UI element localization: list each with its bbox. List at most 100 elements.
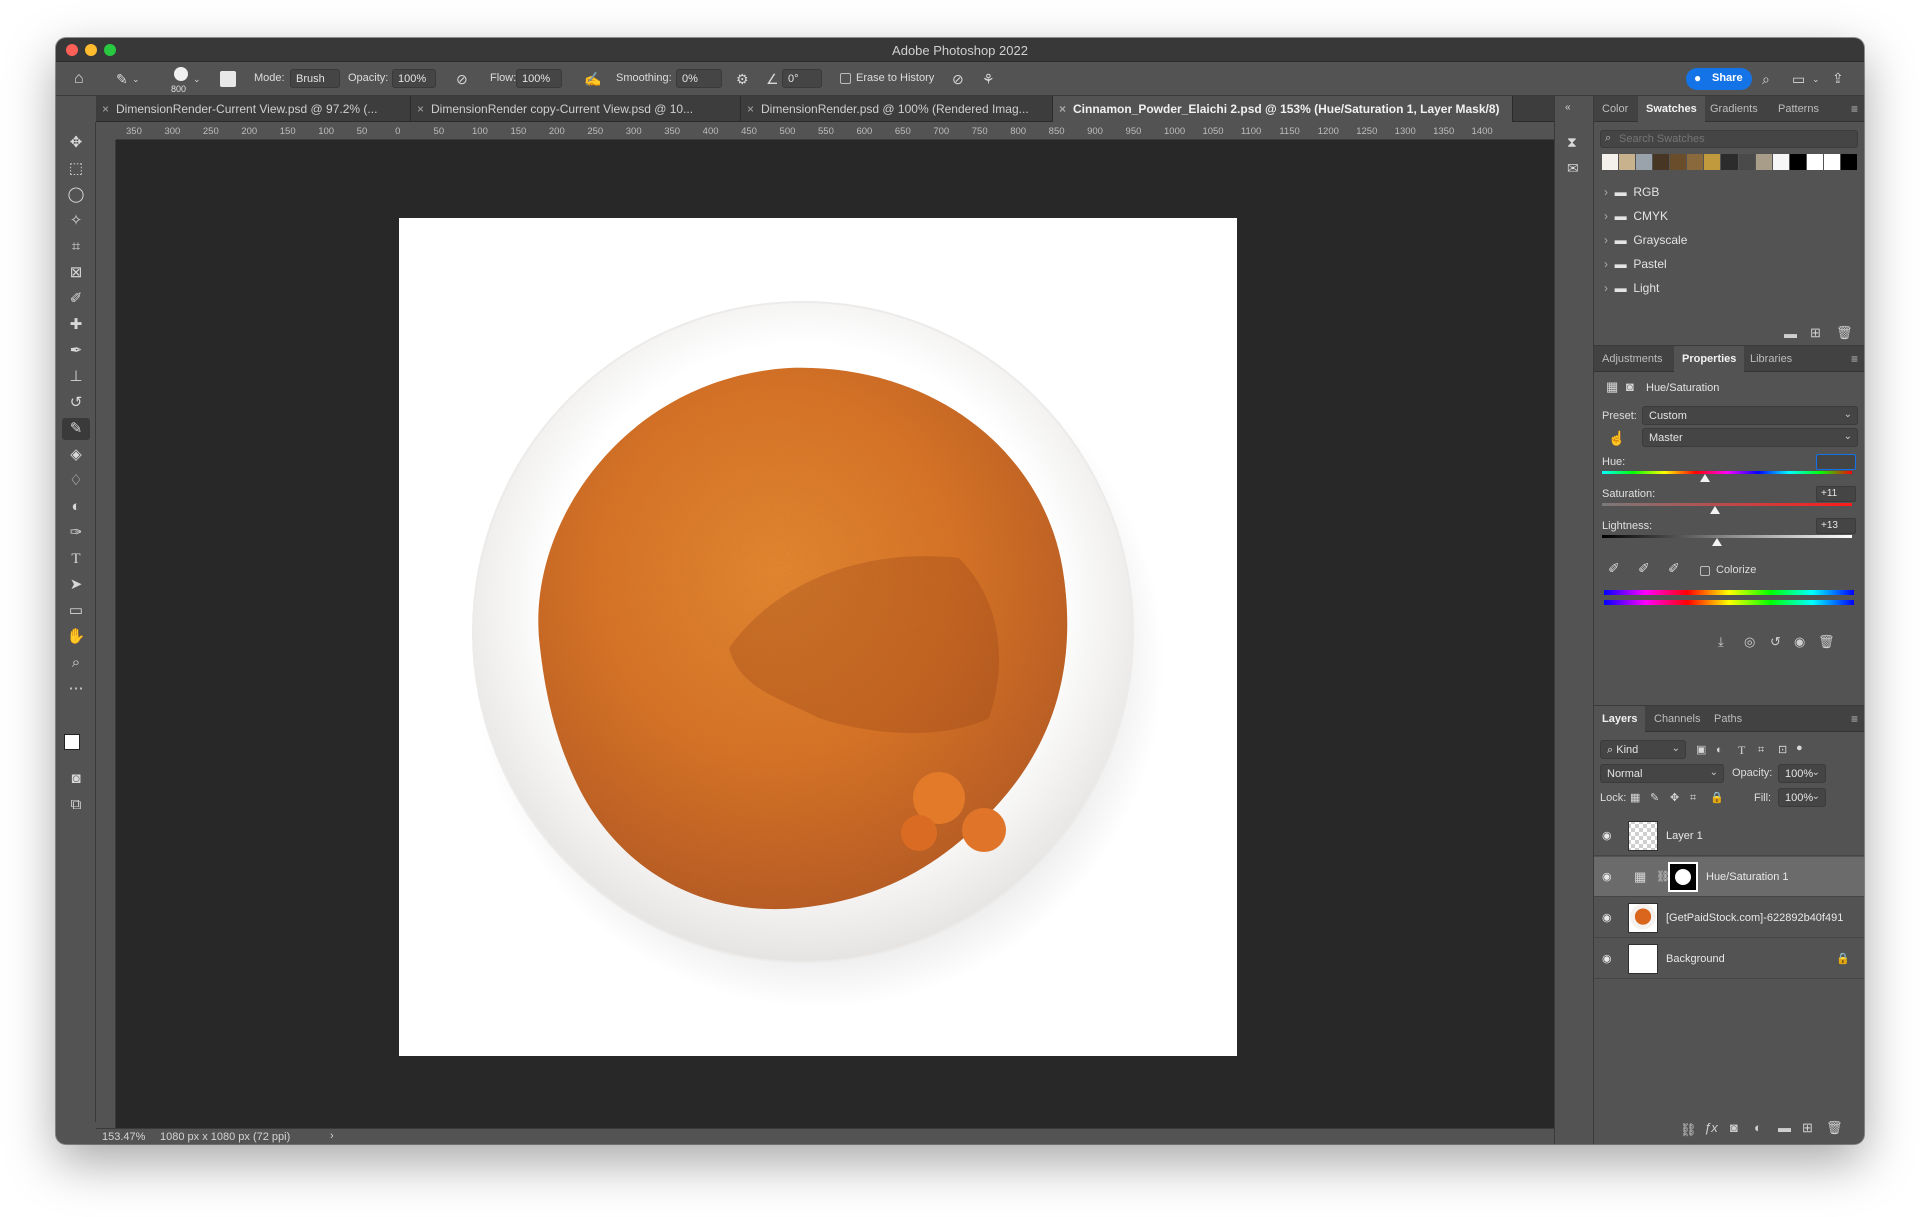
lightness-slider-thumb[interactable] <box>1712 538 1722 546</box>
collapse-icon[interactable]: « <box>1565 100 1571 116</box>
saturation-field[interactable]: +11 <box>1816 486 1856 502</box>
chevron-down-icon[interactable]: ⌄ <box>193 71 201 87</box>
zoom-tool-icon[interactable]: ⌕ <box>62 652 90 674</box>
lasso-tool-icon[interactable]: ◯ <box>62 184 90 206</box>
swatch[interactable] <box>1602 154 1619 170</box>
layer-effects-icon[interactable]: ƒx <box>1704 1120 1718 1135</box>
visibility-icon[interactable]: ◉ <box>1794 634 1805 650</box>
swatch[interactable] <box>1772 154 1789 170</box>
clip-to-layer-icon[interactable]: ⤓ <box>1718 634 1724 650</box>
filter-shape-icon[interactable]: ⌗ <box>1758 742 1764 758</box>
pressure-size-icon[interactable]: ⊘ <box>952 71 964 87</box>
swatch[interactable] <box>1619 154 1636 170</box>
swatch[interactable] <box>1789 154 1806 170</box>
type-tool-icon[interactable]: T <box>62 548 90 570</box>
swatch[interactable] <box>1840 154 1857 170</box>
dodge-tool-icon[interactable]: ◐ <box>62 496 90 518</box>
panel-menu-icon[interactable]: ≡ <box>1851 102 1858 116</box>
trash-icon[interactable]: 🗑 <box>1836 325 1853 341</box>
lock-artboard-icon[interactable]: ⌗ <box>1690 790 1696 806</box>
layer-row-background[interactable]: ◉ Background 🔒 <box>1594 939 1864 979</box>
hue-slider-thumb[interactable] <box>1700 474 1710 482</box>
lock-all-icon[interactable]: 🔒 <box>1710 790 1724 806</box>
swatch-folder-cmyk[interactable]: › ▬ CMYK <box>1594 204 1864 228</box>
hue-slider-track[interactable] <box>1602 471 1852 474</box>
symmetry-icon[interactable]: ⚘ <box>982 71 995 87</box>
view-previous-icon[interactable]: ◎ <box>1744 634 1755 650</box>
lightness-slider-track[interactable] <box>1602 535 1852 538</box>
workspace-icon[interactable]: ▭ <box>1792 71 1805 87</box>
brush-settings-icon[interactable] <box>220 71 236 87</box>
home-icon[interactable]: ⌂ <box>74 71 84 87</box>
marquee-tool-icon[interactable]: ⬚ <box>62 158 90 180</box>
eye-icon[interactable]: ◉ <box>1602 952 1612 965</box>
paint-bucket-tool-icon[interactable]: ◈ <box>62 444 90 466</box>
quick-selection-tool-icon[interactable]: ✧ <box>62 210 90 232</box>
tab-patterns[interactable]: Patterns <box>1770 96 1827 122</box>
new-layer-icon[interactable]: ⊞ <box>1802 1120 1813 1136</box>
eyedropper-tool-icon[interactable]: ✐ <box>62 288 90 310</box>
screen-mode-icon[interactable]: ⧉ <box>62 794 90 816</box>
targeted-adjustment-hand-icon[interactable]: ☝ <box>1608 430 1625 446</box>
filter-smart-object-icon[interactable]: ⊡ <box>1778 742 1787 758</box>
eye-icon[interactable]: ◉ <box>1602 870 1612 883</box>
more-tools-icon[interactable]: ⋯ <box>62 678 90 700</box>
tab-paths[interactable]: Paths <box>1706 706 1750 732</box>
chevron-down-icon[interactable]: ⌄ <box>1812 71 1820 87</box>
trash-icon[interactable]: 🗑 <box>1818 634 1835 650</box>
blend-mode-select[interactable]: Normal ⌄ <box>1600 764 1724 783</box>
link-layers-icon[interactable]: ⛓ <box>1680 1122 1697 1138</box>
tab-channels[interactable]: Channels <box>1646 706 1708 732</box>
swatch[interactable] <box>1823 154 1840 170</box>
move-tool-icon[interactable]: ✥ <box>62 132 90 154</box>
smoothing-field[interactable]: 0% <box>676 69 722 88</box>
swatch[interactable] <box>1653 154 1670 170</box>
eye-icon[interactable]: ◉ <box>1602 829 1612 842</box>
zoom-level[interactable]: 153.47% <box>102 1131 145 1143</box>
fill-field[interactable]: 100% ⌄ <box>1778 788 1826 807</box>
tab-color[interactable]: Color <box>1594 96 1636 122</box>
swatch[interactable] <box>1704 154 1721 170</box>
eye-icon[interactable]: ◉ <box>1602 911 1612 924</box>
close-tab-icon[interactable]: × <box>1059 102 1066 116</box>
eyedropper-icon[interactable]: ✐ <box>1608 560 1620 576</box>
share-button[interactable]: ● Share <box>1686 68 1752 90</box>
layer-row-hue-saturation-1[interactable]: ◉ ▦ ⛓ Hue/Saturation 1 <box>1594 857 1864 897</box>
filter-adjustment-icon[interactable]: ◐ <box>1716 742 1723 758</box>
swatches-search[interactable]: ⌕ <box>1600 130 1858 148</box>
tab-libraries[interactable]: Libraries <box>1742 346 1800 372</box>
colorize-checkbox[interactable] <box>1700 566 1710 576</box>
close-tab-icon[interactable]: × <box>417 102 424 116</box>
erase-to-history-checkbox[interactable] <box>840 73 851 84</box>
swatch[interactable] <box>1670 154 1687 170</box>
swatches-search-input[interactable] <box>1619 132 1849 146</box>
crop-tool-icon[interactable]: ⌗ <box>62 236 90 258</box>
saturation-slider-track[interactable] <box>1602 503 1852 506</box>
opacity-field[interactable]: 100% <box>392 69 436 88</box>
pen-tool-icon[interactable]: ✑ <box>62 522 90 544</box>
layer-mask-thumbnail[interactable] <box>1668 862 1698 892</box>
filter-pixel-icon[interactable]: ▣ <box>1696 742 1706 758</box>
path-selection-tool-icon[interactable]: ➤ <box>62 574 90 596</box>
layer-opacity-field[interactable]: 100% ⌄ <box>1778 764 1826 783</box>
swatch[interactable] <box>1806 154 1823 170</box>
mode-select[interactable]: Brush <box>290 69 340 88</box>
add-mask-icon[interactable]: ◙ <box>1730 1120 1738 1135</box>
trash-icon[interactable]: 🗑 <box>1826 1120 1843 1136</box>
swatch[interactable] <box>1755 154 1772 170</box>
layer-row-layer-1[interactable]: ◉ Layer 1 <box>1594 816 1864 856</box>
swatch-folder-grayscale[interactable]: › ▬ Grayscale <box>1594 228 1864 252</box>
foreground-color-swatch[interactable] <box>64 734 80 750</box>
eraser-tool-preset-icon[interactable]: ✎ <box>116 71 128 87</box>
close-tab-icon[interactable]: × <box>747 102 754 116</box>
pressure-opacity-icon[interactable]: ⊘ <box>456 71 468 87</box>
swatch[interactable] <box>1636 154 1653 170</box>
filter-toggle-icon[interactable]: ● <box>1796 740 1803 756</box>
frame-tool-icon[interactable]: ⊠ <box>62 262 90 284</box>
tab-properties[interactable]: Properties <box>1674 346 1745 372</box>
document-canvas[interactable] <box>399 218 1237 1056</box>
panel-menu-icon[interactable]: ≡ <box>1851 352 1858 366</box>
tab-dimensionrender[interactable]: × DimensionRender.psd @ 100% (Rendered Im… <box>741 96 1053 122</box>
gear-icon[interactable]: ⚙ <box>736 71 749 87</box>
comments-panel-icon[interactable]: ✉ <box>1567 160 1579 176</box>
